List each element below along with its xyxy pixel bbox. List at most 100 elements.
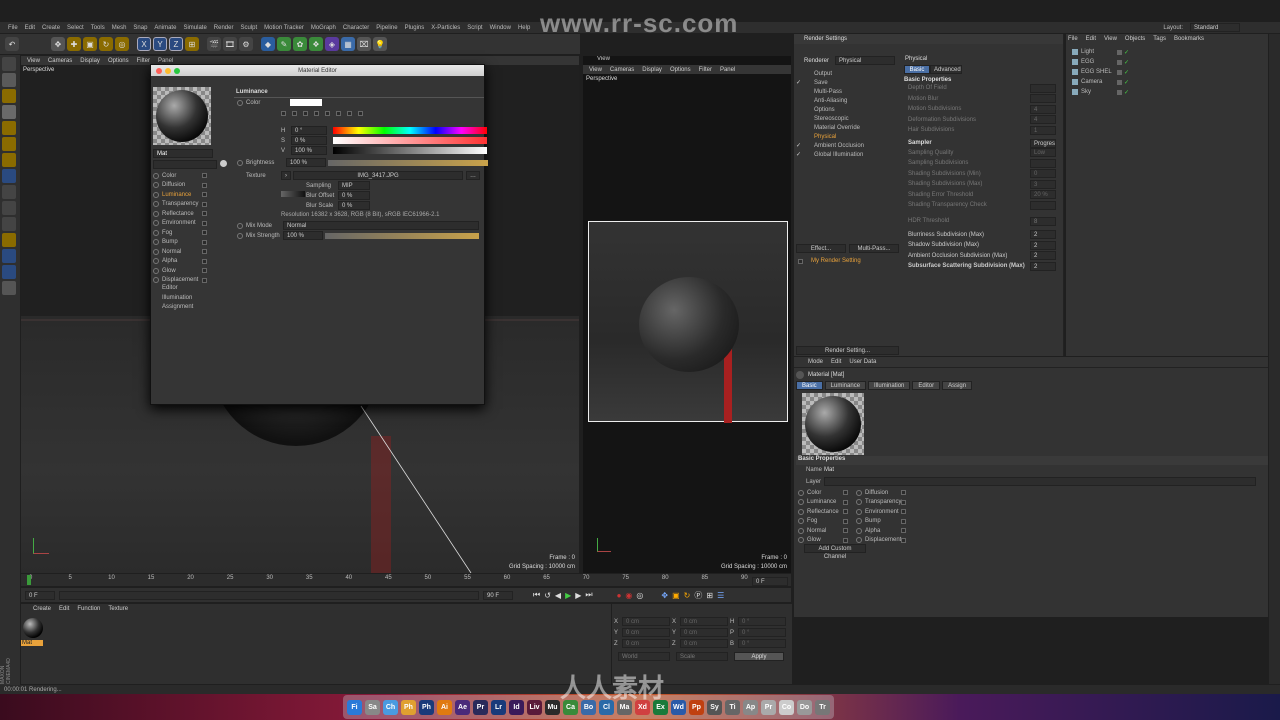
am-tab-basic[interactable]: Basic: [796, 381, 823, 390]
mm-menu-create[interactable]: Create: [33, 606, 51, 612]
attr-channel-check[interactable]: [843, 499, 848, 505]
visibility-icon[interactable]: [1117, 89, 1122, 95]
attr-channel-reflectance[interactable]: Reflectance: [798, 507, 853, 517]
channel-normal[interactable]: Normal: [153, 247, 208, 257]
rs-item-ambient-occlusion[interactable]: ✓ Ambient Occlusion: [796, 141, 901, 150]
channel-check[interactable]: [202, 173, 207, 179]
coord-field[interactable]: 0 cm: [622, 639, 670, 648]
menu-script[interactable]: Script: [467, 25, 482, 31]
model-mode-icon[interactable]: [2, 73, 16, 87]
rs-sampler-field[interactable]: 20 %: [1030, 190, 1056, 200]
channel-editor[interactable]: Editor: [153, 285, 208, 295]
channel-check[interactable]: [202, 277, 207, 283]
h-field[interactable]: 0 °: [291, 126, 327, 135]
attr-channel-alpha[interactable]: Alpha: [856, 526, 911, 536]
polygons-mode-icon[interactable]: [2, 153, 16, 167]
om-menu-bookmarks[interactable]: Bookmarks: [1174, 36, 1204, 42]
attr-name-value[interactable]: Mat: [824, 467, 834, 473]
scale-key-icon[interactable]: ▣: [672, 591, 680, 600]
dock-app-24-icon[interactable]: Co: [779, 699, 794, 715]
coord-field[interactable]: 0 cm: [680, 639, 728, 648]
attr-channel-bump[interactable]: Bump: [856, 517, 911, 527]
mm-menu-edit[interactable]: Edit: [59, 606, 69, 612]
material-name-field[interactable]: Mat: [153, 149, 213, 158]
channel-bump[interactable]: Bump: [153, 238, 208, 248]
step-forward-icon[interactable]: ▶: [575, 591, 581, 600]
y-axis-button[interactable]: Y: [153, 37, 167, 51]
step-back-icon[interactable]: ◀: [555, 591, 561, 600]
channel-illumination[interactable]: Illumination: [153, 295, 208, 305]
dock-app-26-icon[interactable]: Tr: [815, 699, 830, 715]
rs-sampler-field[interactable]: Low: [1030, 148, 1056, 158]
pos-key-icon[interactable]: ✥: [661, 591, 668, 600]
picture-icon[interactable]: [303, 111, 308, 116]
attr-channel-check[interactable]: [901, 509, 906, 515]
menu-sculpt[interactable]: Sculpt: [240, 25, 257, 31]
coord-size-select[interactable]: Scale: [676, 652, 728, 661]
dock-app-21-icon[interactable]: Ti: [725, 699, 740, 715]
rs-sampler-field[interactable]: 3: [1030, 179, 1056, 189]
layout-select[interactable]: Standard: [1190, 23, 1240, 32]
stripes-icon[interactable]: [2, 281, 16, 295]
menu-x-particles[interactable]: X-Particles: [431, 25, 460, 31]
rs-item-physical[interactable]: Physical: [796, 132, 901, 141]
mixstrength-slider[interactable]: [325, 232, 479, 239]
pla-key-icon[interactable]: ⊞: [706, 591, 713, 600]
spectrum-icon[interactable]: [292, 111, 297, 116]
menu-animate[interactable]: Animate: [154, 25, 176, 31]
coord-system-icon[interactable]: ⊞: [185, 37, 199, 51]
menu-edit[interactable]: Edit: [25, 25, 35, 31]
attr-channel-fog[interactable]: Fog: [798, 517, 853, 527]
channel-fog[interactable]: Fog: [153, 228, 208, 238]
menu-character[interactable]: Character: [343, 25, 369, 31]
object-egg-shel[interactable]: EGG SHEL ✓: [1072, 67, 1268, 77]
viewport_right-menu-view[interactable]: View: [589, 67, 602, 73]
attr-channel-color[interactable]: Color: [798, 488, 853, 498]
attr-channel-check[interactable]: [843, 518, 848, 524]
current-frame-field[interactable]: 0 F: [25, 590, 55, 600]
om-menu-edit[interactable]: Edit: [1086, 36, 1096, 42]
timeline-playhead[interactable]: [27, 575, 31, 585]
om-menu-objects[interactable]: Objects: [1125, 36, 1145, 42]
dock-app-18-icon[interactable]: Wd: [671, 699, 686, 715]
mixmode-animate-dot[interactable]: [237, 222, 243, 229]
rs-prop-field[interactable]: 4: [1030, 104, 1056, 114]
enabled-check-icon[interactable]: ✓: [1124, 79, 1129, 86]
record-icon[interactable]: ●: [617, 591, 622, 600]
menu-plugins[interactable]: Plugins: [405, 25, 425, 31]
am-tab-luminance[interactable]: Luminance: [824, 381, 867, 390]
channel-check[interactable]: [202, 211, 207, 217]
pen-icon[interactable]: ✎: [277, 37, 291, 51]
swatches-icon[interactable]: [358, 111, 363, 116]
channel-check[interactable]: [202, 192, 207, 198]
points-mode-icon[interactable]: [2, 121, 16, 135]
channel-glow[interactable]: Glow: [153, 266, 208, 276]
timeline-menu-icon[interactable]: ☰: [717, 591, 724, 600]
menu-select[interactable]: Select: [67, 25, 84, 31]
render-setting-button[interactable]: Render Setting...: [796, 346, 899, 355]
autokey-icon[interactable]: ◉: [625, 591, 632, 600]
dock-app-8-icon[interactable]: Lr: [491, 699, 506, 715]
om-menu-file[interactable]: File: [1068, 36, 1078, 42]
channel-reflectance[interactable]: Reflectance: [153, 209, 208, 219]
am-menu-edit[interactable]: Edit: [831, 359, 841, 365]
mixstrength-animate-dot[interactable]: [237, 232, 243, 239]
recent-tool-icon[interactable]: ◎: [115, 37, 129, 51]
timeline-right-frame[interactable]: 0 F: [752, 577, 788, 586]
add-custom-channel-button[interactable]: Add Custom Channel: [804, 544, 866, 560]
floor-icon[interactable]: ▦: [341, 37, 355, 51]
mm-menu-function[interactable]: Function: [77, 606, 100, 612]
viewport_right-menu-filter[interactable]: Filter: [699, 67, 712, 73]
attr-channel-check[interactable]: [901, 528, 906, 534]
enabled-check-icon[interactable]: ✓: [1124, 59, 1129, 66]
viewport_right-menu-display[interactable]: Display: [642, 67, 662, 73]
dock-app-7-icon[interactable]: Pr: [473, 699, 488, 715]
magnet-icon[interactable]: [2, 233, 16, 247]
dock-app-6-icon[interactable]: Ae: [455, 699, 470, 715]
undo-icon[interactable]: ↶: [5, 37, 19, 51]
x-axis-button[interactable]: X: [137, 37, 151, 51]
menu-snap[interactable]: Snap: [133, 25, 147, 31]
channel-color[interactable]: Color: [153, 171, 208, 181]
channel-check[interactable]: [202, 258, 207, 264]
viewport_right-menu-cameras[interactable]: Cameras: [610, 67, 634, 73]
